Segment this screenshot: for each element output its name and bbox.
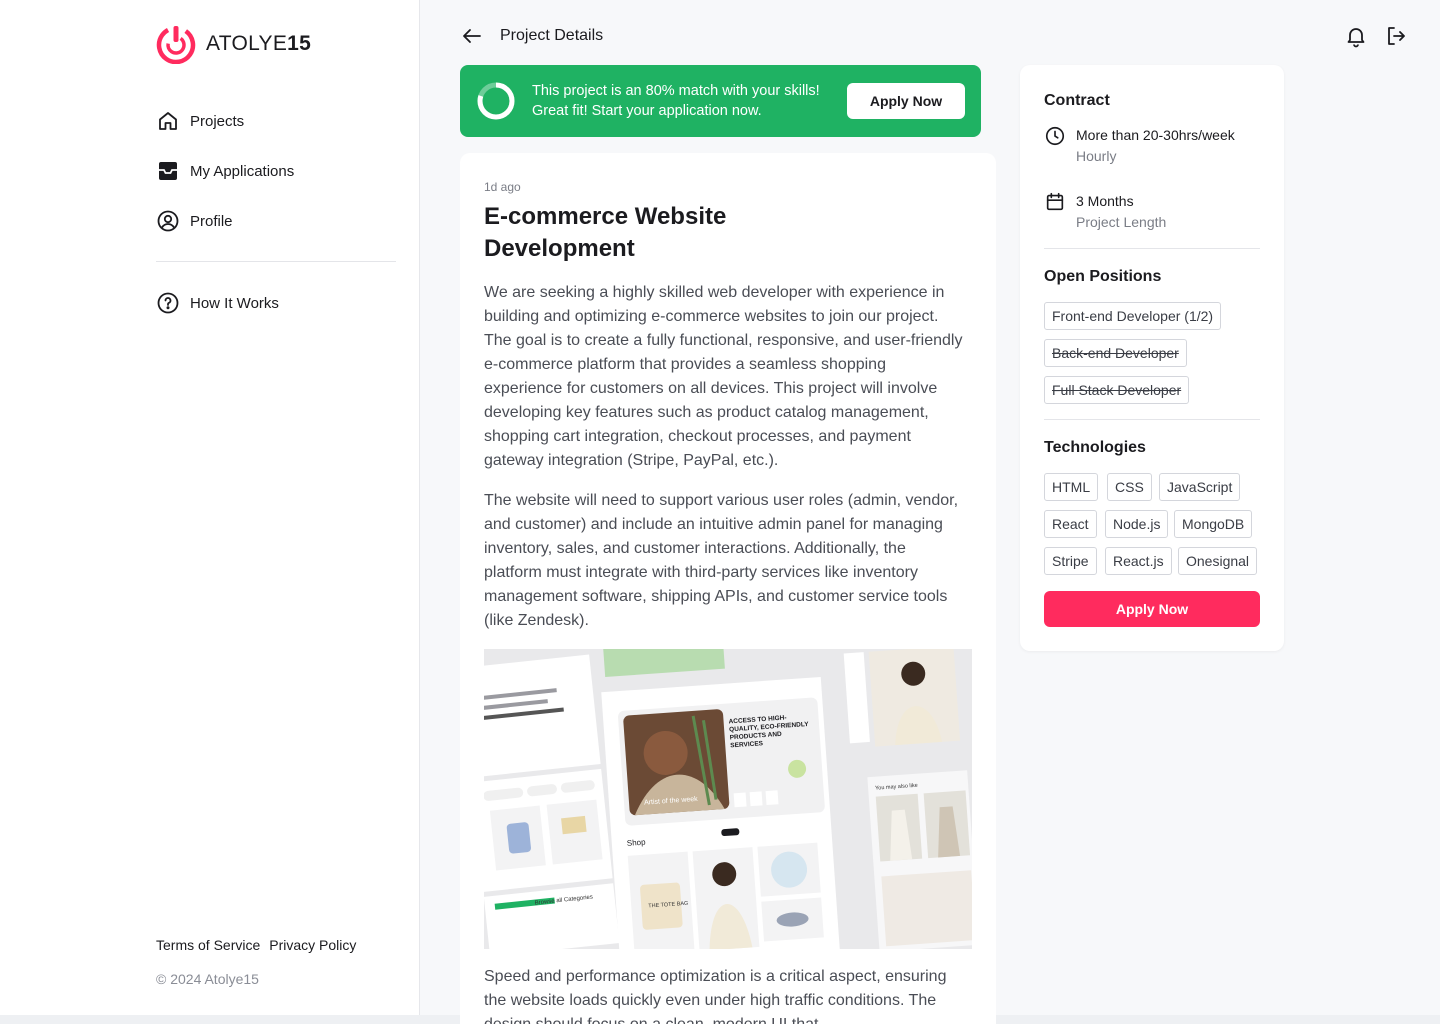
page-title: Project Details bbox=[500, 27, 604, 44]
position-chip-fullstack: Full Stack Developer bbox=[1044, 376, 1190, 404]
tech-chip: React bbox=[1044, 510, 1097, 538]
position-chip-frontend[interactable]: Front-end Developer (1/2) bbox=[1044, 302, 1222, 330]
secondary-nav: How It Works bbox=[156, 287, 396, 337]
mockup-illustration: Browse all Categories Artist of the week… bbox=[484, 649, 972, 949]
position-chip-backend: Back-end Developer bbox=[1044, 339, 1187, 367]
hours-type: Hourly bbox=[1076, 148, 1117, 164]
bell-icon[interactable] bbox=[1344, 24, 1368, 48]
tech-chip: Onesignal bbox=[1178, 547, 1258, 575]
tech-chip: JavaScript bbox=[1159, 473, 1241, 501]
project-description-3: Speed and performance optimization is a … bbox=[484, 968, 947, 1024]
match-banner: This project is an 80% match with your s… bbox=[460, 65, 981, 137]
calendar-icon bbox=[1046, 192, 1064, 211]
sidebar-item-profile[interactable]: Profile bbox=[156, 205, 396, 237]
user-circle-icon bbox=[157, 210, 179, 232]
positions-title: Open Positions bbox=[1044, 268, 1162, 285]
sidebar-item-label: How It Works bbox=[190, 294, 279, 312]
logo-text: ATOLYE15 bbox=[206, 32, 312, 55]
divider bbox=[1044, 248, 1260, 249]
sidebar-item-label: Profile bbox=[190, 212, 233, 230]
tech-chip: CSS bbox=[1107, 473, 1152, 501]
length-value: 3 Months bbox=[1076, 193, 1134, 209]
hours-info: More than 20-30hrs/week Hourly bbox=[1044, 125, 1235, 167]
posted-time: 1d ago bbox=[484, 180, 521, 194]
header-actions bbox=[1344, 24, 1408, 48]
sidebar: ATOLYE15 Projects My Applications Profil… bbox=[0, 0, 420, 1015]
logo-icon bbox=[156, 25, 196, 64]
help-circle-icon bbox=[157, 292, 179, 314]
contract-title: Contract bbox=[1044, 92, 1110, 109]
technologies-title: Technologies bbox=[1044, 439, 1146, 456]
sidebar-item-projects[interactable]: Projects bbox=[156, 105, 396, 137]
sidebar-item-how-it-works[interactable]: How It Works bbox=[156, 287, 396, 319]
sidebar-item-label: My Applications bbox=[190, 162, 295, 180]
nav-divider bbox=[156, 261, 396, 262]
sidebar-item-label: Projects bbox=[190, 112, 245, 130]
logout-icon[interactable] bbox=[1384, 24, 1408, 48]
match-message: This project is an 80% match with your s… bbox=[532, 83, 820, 119]
project-description-1: We are seeking a highly skilled web deve… bbox=[484, 284, 963, 469]
mockup-shop-label: Shop bbox=[627, 838, 647, 848]
inbox-icon bbox=[159, 162, 177, 180]
main-nav: Projects My Applications Profile bbox=[156, 105, 396, 255]
divider bbox=[1044, 419, 1260, 420]
length-info: 3 Months Project Length bbox=[1044, 191, 1166, 233]
tech-chip: HTML bbox=[1044, 473, 1099, 501]
project-description-2: The website will need to support various… bbox=[484, 492, 959, 629]
project-mockup-image: Browse all Categories Artist of the week… bbox=[484, 649, 972, 949]
mockup-hero-heading: ACCESS TO HIGH-QUALITY, ECO-FRIENDLY PRO… bbox=[728, 714, 809, 750]
brand-logo[interactable]: ATOLYE15 bbox=[156, 24, 311, 64]
project-card: 1d ago E-commerce Website Development We… bbox=[460, 153, 996, 1024]
terms-link[interactable]: Terms of Service bbox=[156, 937, 260, 953]
footer-links: Terms of Service Privacy Policy bbox=[156, 937, 356, 953]
tech-chip: Stripe bbox=[1044, 547, 1097, 575]
page-header: Project Details bbox=[460, 24, 603, 48]
tech-chip: Node.js bbox=[1105, 510, 1169, 538]
clock-icon bbox=[1045, 126, 1065, 146]
apply-now-button[interactable]: Apply Now bbox=[1044, 591, 1260, 627]
match-progress-ring bbox=[477, 82, 515, 120]
sidebar-item-my-applications[interactable]: My Applications bbox=[156, 155, 396, 187]
project-details-panel: Contract More than 20-30hrs/week Hourly … bbox=[1020, 65, 1284, 651]
hours-value: More than 20-30hrs/week bbox=[1076, 127, 1235, 143]
tech-chip: React.js bbox=[1105, 547, 1172, 575]
privacy-link[interactable]: Privacy Policy bbox=[269, 937, 356, 953]
apply-now-button-banner[interactable]: Apply Now bbox=[847, 83, 965, 119]
copyright: © 2024 Atolye15 bbox=[156, 971, 259, 987]
project-title: E-commerce Website Development bbox=[484, 203, 727, 262]
tech-chip: MongoDB bbox=[1174, 510, 1253, 538]
length-label: Project Length bbox=[1076, 214, 1167, 230]
home-icon bbox=[159, 112, 177, 130]
arrow-left-icon[interactable] bbox=[460, 24, 484, 48]
